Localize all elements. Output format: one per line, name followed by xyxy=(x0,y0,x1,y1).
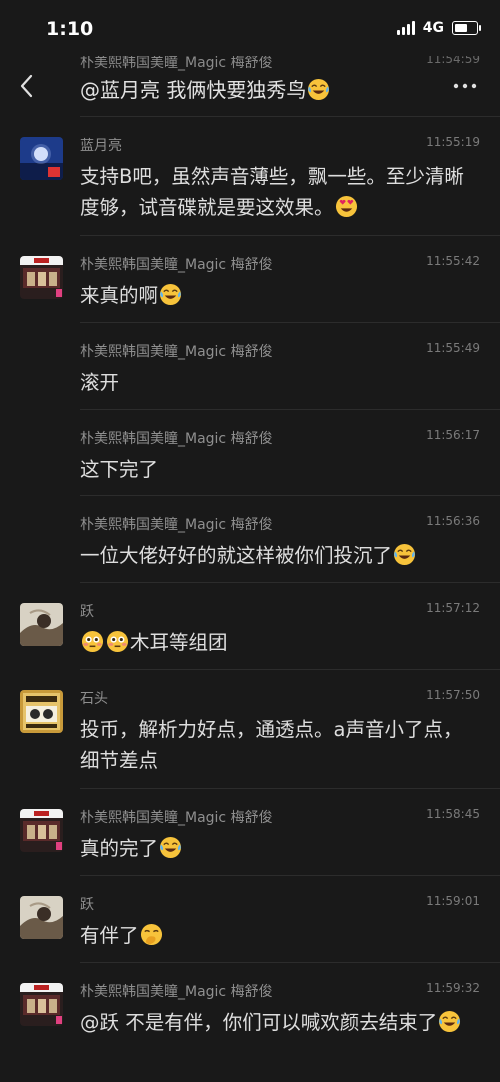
more-options-icon[interactable] xyxy=(452,74,478,98)
message-list[interactable]: 蓝月亮 11:55:19 支持B吧，虽然声音薄些，飘一些。至少清晰度够，试音碟就… xyxy=(0,116,500,1081)
message-time: 11:55:49 xyxy=(426,341,480,355)
message-time: 11:56:36 xyxy=(426,514,480,528)
message-text: 滚开 xyxy=(80,371,120,394)
message-time: 11:59:32 xyxy=(426,981,480,995)
message-text: 一位大佬好好的就这样被你们投沉了 xyxy=(80,540,480,571)
message-text: 支持B吧，虽然声音薄些，飘一些。至少清晰度够，试音碟就是要这效果。 xyxy=(80,161,480,223)
flushed-emoji xyxy=(81,630,104,653)
shop-avatar[interactable] xyxy=(20,256,63,299)
message-time: 11:59:01 xyxy=(426,894,480,908)
message-time: 11:56:17 xyxy=(426,428,480,442)
hand-over-mouth-emoji xyxy=(140,923,162,946)
peek-time: 11:54:59 xyxy=(426,56,480,66)
photo-avatar[interactable] xyxy=(20,896,63,939)
message-text: 有伴了 xyxy=(80,920,480,951)
peek-sender: 朴美熙韩国美瞳_Magic 梅舒俊 xyxy=(80,56,273,71)
flushed-emoji xyxy=(106,630,129,653)
sender-name: 朴美熙韩国美瞳_Magic 梅舒俊 xyxy=(80,517,273,533)
sender-name: 跃 xyxy=(80,897,94,913)
message-item[interactable]: 朴美熙韩国美瞳_Magic 梅舒俊 11:56:36 一位大佬好好的就这样被你们… xyxy=(80,495,500,582)
message-item[interactable]: 朴美熙韩国美瞳_Magic 梅舒俊 11:55:49 滚开 xyxy=(80,322,500,409)
message-item[interactable]: 跃 11:59:01 有伴了 xyxy=(20,875,500,962)
message-body: @跃 不是有伴，你们可以喊欢颜去结束了 xyxy=(80,1011,438,1034)
message-item[interactable]: 朴美熙韩国美瞳_Magic 梅舒俊 11:59:32 @跃 不是有伴，你们可以喊… xyxy=(20,962,500,1081)
nav-bar: 朴美熙韩国美瞳_Magic 梅舒俊 11:54:59 @蓝月亮 我俩快要独秀鸟 xyxy=(0,56,500,116)
sender-name: 朴美熙韩国美瞳_Magic 梅舒俊 xyxy=(80,810,273,826)
message-item[interactable]: 朴美熙韩国美瞳_Magic 梅舒俊 11:56:17 这下完了 xyxy=(80,409,500,495)
message-body: 真的完了 xyxy=(80,837,159,860)
sender-name: 石头 xyxy=(80,691,108,707)
sender-name: 朴美熙韩国美瞳_Magic 梅舒俊 xyxy=(80,431,273,447)
message-body: 支持B吧，虽然声音薄些，飘一些。至少清晰度够，试音碟就是要这效果。 xyxy=(80,165,464,219)
message-text: 投币，解析力好点，通透点。a声音小了点，细节差点 xyxy=(80,718,463,772)
photo-avatar[interactable] xyxy=(20,603,63,646)
status-icons: 4G xyxy=(396,20,481,36)
message-time: 11:57:12 xyxy=(426,601,480,615)
tears-of-joy-emoji xyxy=(393,543,416,566)
network-type: 4G xyxy=(422,20,444,36)
peek-message: @蓝月亮 我俩快要独秀鸟 xyxy=(80,74,331,103)
message-time: 11:55:19 xyxy=(426,135,480,149)
heart-eyes-emoji xyxy=(335,195,357,218)
status-bar: 1:10 4G xyxy=(0,0,500,56)
message-time: 11:55:42 xyxy=(426,254,480,268)
gold-avatar[interactable] xyxy=(20,690,63,733)
message-text: 真的完了 xyxy=(80,833,480,864)
tears-of-joy-emoji xyxy=(159,836,182,859)
tears-of-joy-emoji xyxy=(308,78,330,101)
message-text: 这下完了 xyxy=(80,458,159,481)
tears-of-joy-emoji xyxy=(439,1010,461,1033)
message-text: @跃 不是有伴，你们可以喊欢颜去结束了 xyxy=(80,1007,480,1038)
shop-avatar[interactable] xyxy=(20,809,63,852)
sender-name: 蓝月亮 xyxy=(80,138,122,154)
peek-message-text: @蓝月亮 我俩快要独秀鸟 xyxy=(80,78,307,102)
message-body: 有伴了 xyxy=(80,924,139,947)
sender-name: 跃 xyxy=(80,604,94,620)
message-text: 木耳等组团 xyxy=(80,627,480,658)
clock: 1:10 xyxy=(46,18,94,40)
message-body: 一位大佬好好的就这样被你们投沉了 xyxy=(80,544,393,567)
message-item[interactable]: 石头 11:57:50 投币，解析力好点，通透点。a声音小了点，细节差点 xyxy=(20,669,500,788)
tears-of-joy-emoji xyxy=(159,283,182,306)
message-body: 木耳等组团 xyxy=(130,631,228,654)
shop-avatar[interactable] xyxy=(20,983,63,1026)
message-item[interactable]: 跃 11:57:12 木耳等组团 xyxy=(20,582,500,669)
message-item[interactable]: 朴美熙韩国美瞳_Magic 梅舒俊 11:58:45 真的完了 xyxy=(20,788,500,875)
message-item[interactable]: 蓝月亮 11:55:19 支持B吧，虽然声音薄些，飘一些。至少清晰度够，试音碟就… xyxy=(20,116,500,235)
sender-name: 朴美熙韩国美瞳_Magic 梅舒俊 xyxy=(80,984,273,1000)
message-item[interactable]: 朴美熙韩国美瞳_Magic 梅舒俊 11:55:42 来真的啊 xyxy=(20,235,500,322)
back-icon[interactable] xyxy=(16,72,40,100)
signal-icon xyxy=(396,21,415,35)
message-time: 11:57:50 xyxy=(426,688,480,702)
sender-name: 朴美熙韩国美瞳_Magic 梅舒俊 xyxy=(80,344,273,360)
battery-icon xyxy=(452,21,481,35)
sender-name: 朴美熙韩国美瞳_Magic 梅舒俊 xyxy=(80,257,273,273)
message-text: 来真的啊 xyxy=(80,280,480,311)
message-body: 来真的啊 xyxy=(80,284,159,307)
message-time: 11:58:45 xyxy=(426,807,480,821)
moon-avatar[interactable] xyxy=(20,137,63,180)
